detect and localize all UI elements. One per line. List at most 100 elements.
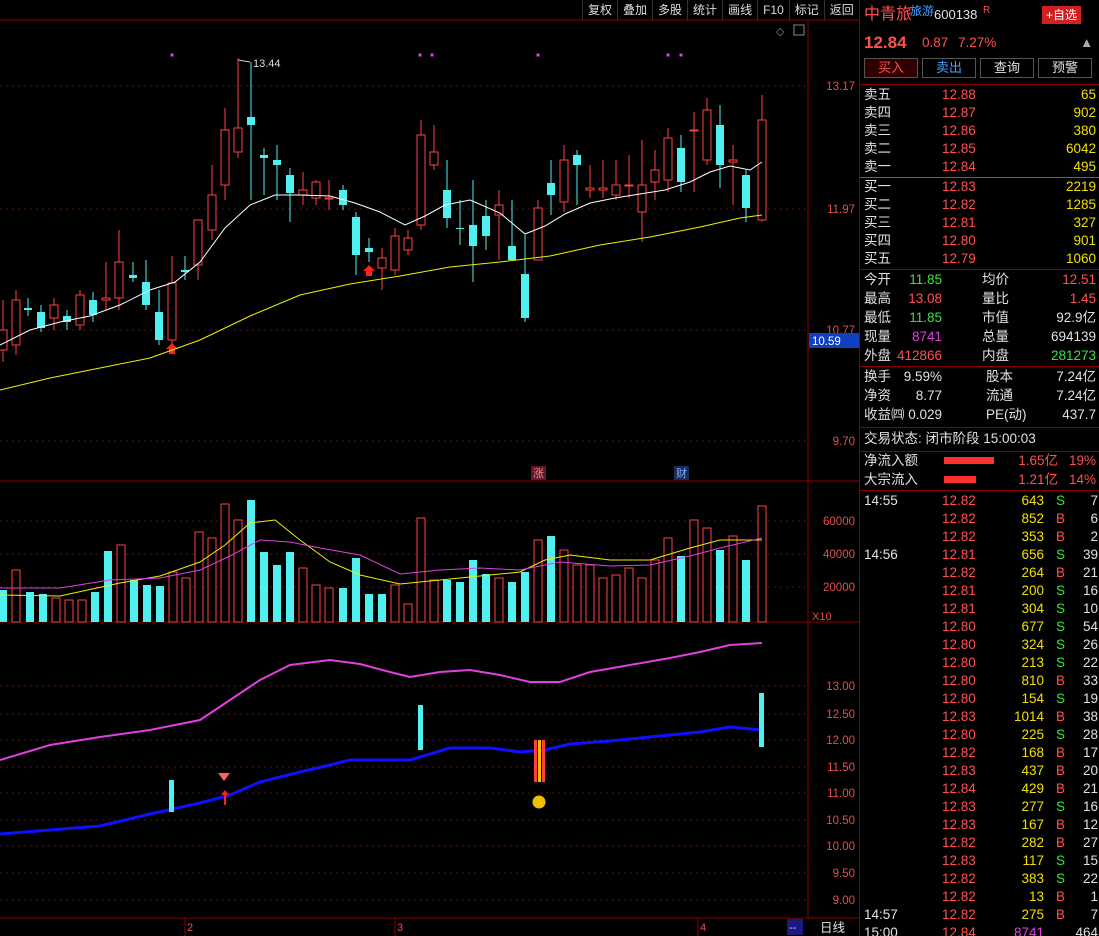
price-change: 0.87: [922, 35, 949, 50]
volume-bar: [91, 592, 99, 622]
stat-row: 净资 8.77 流通 7.24亿: [864, 388, 1096, 403]
candle-body: [559, 159, 569, 203]
candle-body: [0, 329, 8, 351]
volume-tick-label: 40000: [823, 549, 855, 561]
toolbar-item-2[interactable]: 多股: [652, 0, 687, 20]
candle-body: [716, 125, 724, 165]
trade-button-0[interactable]: 买入: [864, 58, 918, 78]
book-volume: 1060: [1065, 251, 1096, 266]
volume-bar: [456, 582, 464, 622]
bell-icon[interactable]: ▲: [1080, 32, 1093, 54]
add-watchlist-button[interactable]: +自选: [1042, 6, 1082, 24]
tick-row: 12.82 282 B 27: [942, 835, 1098, 850]
bid-row: 买三 12.81 327: [860, 214, 1099, 232]
book-label: 卖五: [864, 87, 891, 102]
stat-row: 现量 8741 总量 694139: [864, 329, 1096, 344]
tick-row: 12.80 810 B 33: [942, 673, 1098, 688]
date-label: 3: [397, 922, 403, 934]
volume-bar: [11, 569, 21, 623]
trade-button-2[interactable]: 查询: [980, 58, 1034, 78]
indicator-tick-label: 10.50: [826, 815, 855, 827]
volume-bar: [547, 536, 555, 622]
high-label: 13.44: [253, 58, 281, 70]
book-price: 12.79: [942, 251, 976, 266]
diamond-icon: [218, 773, 230, 781]
period-label[interactable]: 日线: [820, 921, 846, 935]
toolbar-item-4[interactable]: 画线: [722, 0, 757, 20]
book-price: 12.86: [942, 123, 976, 138]
volume-bar: [742, 560, 750, 622]
toolbar-item-0[interactable]: 复权: [582, 0, 617, 20]
signal-dot: [666, 53, 670, 57]
book-price: 12.88: [942, 87, 976, 102]
indicator-tick-label: 11.00: [827, 788, 855, 800]
volume-bar: [533, 539, 543, 623]
tick-row: 12.81 304 S 10: [942, 601, 1098, 616]
volume-bar: [194, 531, 204, 623]
tick-row: 12.82 353 B 2: [942, 529, 1098, 544]
volume-bar: [378, 594, 386, 622]
tick-row: 14:55 12.82 643 S 7: [864, 493, 1098, 508]
candle-body: [547, 183, 555, 195]
volume-bar: [143, 585, 151, 622]
signal-bar: [542, 740, 545, 782]
chart-toolbar: 复权 叠加 多股 统计 画线 F10 标记 返回: [582, 0, 859, 20]
candle-body: [663, 137, 673, 181]
tick-row: 12.81 200 S 16: [942, 583, 1098, 598]
book-label: 卖一: [864, 159, 891, 174]
candle-body: [757, 119, 767, 221]
indicator-tick-label: 13.00: [826, 681, 855, 693]
toolbar-item-5[interactable]: F10: [757, 0, 789, 20]
book-price: 12.80: [942, 233, 976, 248]
candle-body: [482, 216, 490, 236]
volume-bar: [181, 577, 191, 623]
volume-bar: [247, 500, 255, 622]
volume-unit: X10: [812, 611, 832, 623]
tick-row: 12.80 324 S 26: [942, 637, 1098, 652]
candle-body: [298, 189, 308, 196]
volume-bar: [324, 587, 334, 623]
toolbar-item-3[interactable]: 统计: [687, 0, 722, 20]
candle-body: [155, 312, 163, 340]
volume-bar: [51, 597, 61, 623]
volume-bar: [469, 560, 477, 622]
candlestick-series: 13.44 涨 财: [0, 53, 767, 480]
trade-button-3[interactable]: 预警: [1038, 58, 1092, 78]
kline-chart[interactable]: 13.44涨财 13.1711.9710.779.7010.5960000400…: [0, 0, 859, 936]
volume-tick-label: 60000: [823, 516, 855, 528]
candle-body: [585, 187, 595, 191]
tick-row: 12.82 383 S 22: [942, 871, 1098, 886]
bid-row: 买一 12.83 2219: [860, 178, 1099, 196]
candle-body: [456, 228, 464, 229]
vol-ma-slow: [0, 537, 763, 589]
candle-body: [220, 129, 230, 186]
diamond-icon: ◇: [776, 26, 785, 38]
candle-body: [89, 300, 97, 315]
candle-body: [24, 308, 32, 310]
volume-bar: [273, 565, 281, 622]
indicator-tick-label: 10.00: [826, 841, 855, 853]
bid-row: 买五 12.79 1060: [860, 250, 1099, 268]
trade-button-1[interactable]: 卖出: [922, 58, 976, 78]
volume-bar: [598, 577, 608, 623]
sector-tag[interactable]: 旅游: [910, 0, 934, 22]
tick-row: 12.80 225 S 28: [942, 727, 1098, 742]
volume-bar: [637, 577, 647, 623]
stat-row: 最高 13.08 量比 1.45: [864, 291, 1096, 306]
indicator-upper-line: [0, 642, 763, 761]
tick-row: 12.84 429 B 21: [942, 781, 1098, 796]
event-marker-fin-label: 财: [676, 466, 687, 480]
toolbar-item-1[interactable]: 叠加: [617, 0, 652, 20]
book-label: 买三: [864, 215, 891, 230]
book-price: 12.87: [942, 105, 976, 120]
candle-body: [598, 187, 608, 191]
candle-body: [494, 204, 504, 216]
toolbar-item-7[interactable]: 返回: [823, 0, 859, 20]
tick-row: 12.82 168 B 17: [942, 745, 1098, 760]
volume-bar: [26, 592, 34, 622]
toolbar-item-6[interactable]: 标记: [788, 0, 824, 20]
candle-body: [677, 148, 685, 182]
signal-bar: [534, 740, 537, 782]
indicator-lower-line: [0, 725, 763, 836]
stock-name: 中青旅: [864, 6, 913, 23]
